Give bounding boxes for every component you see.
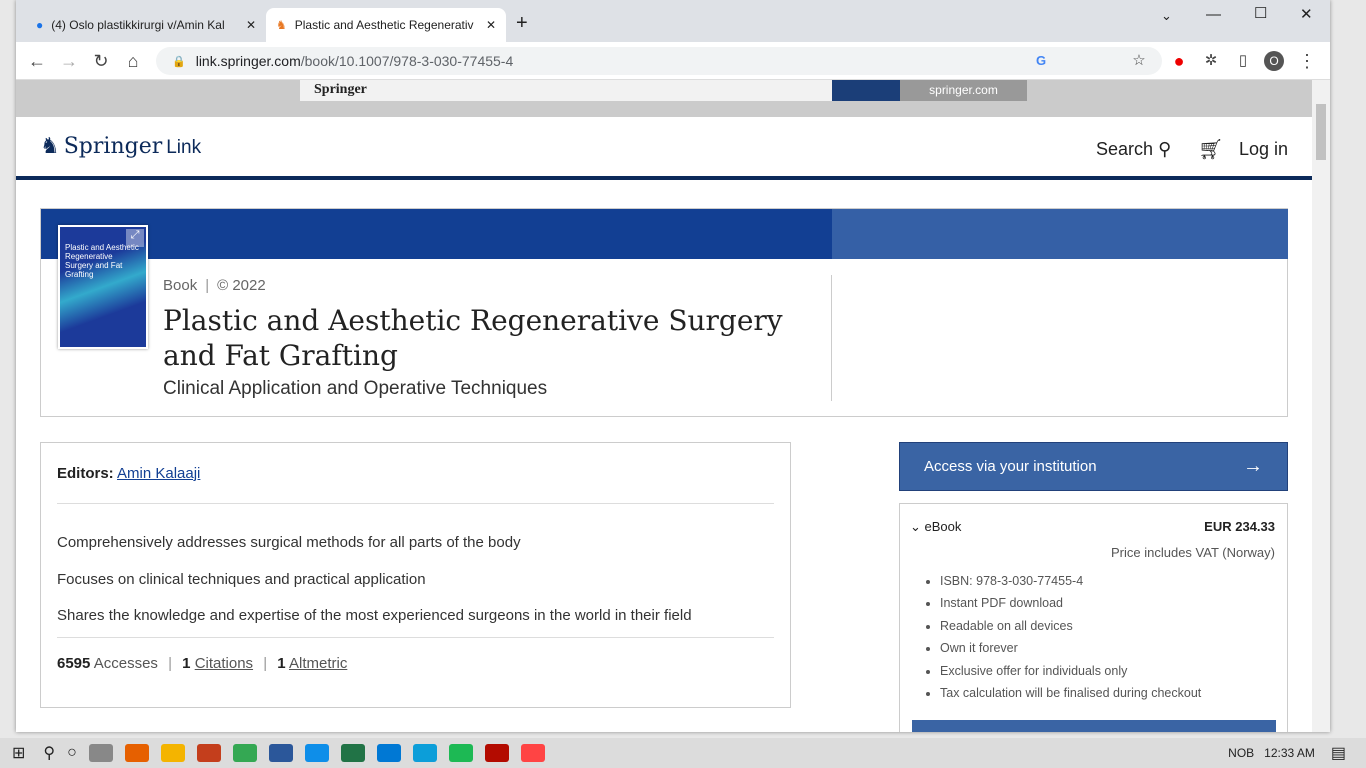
vat-note: Price includes VAT (Norway) xyxy=(1111,545,1275,560)
ad-banner[interactable]: Springer springer.com xyxy=(300,80,1027,101)
highlight-item: Comprehensively addresses surgical metho… xyxy=(57,534,521,551)
forward-icon[interactable]: → xyxy=(58,50,80,72)
price: EUR 234.33 xyxy=(1204,519,1275,534)
browser-window: ● (4) Oslo plastikkirurgi v/Amin Kal ✕ ♞… xyxy=(16,0,1330,732)
highlights-list: Comprehensively addresses surgical metho… xyxy=(57,525,692,635)
highlight-item: Shares the knowledge and expertise of th… xyxy=(57,607,692,624)
book-header-card: Plastic and Aesthetic Regenerative Surge… xyxy=(40,208,1288,417)
tab-springer[interactable]: ♞ Plastic and Aesthetic Regenerativ ✕ xyxy=(266,8,506,42)
sidepanel-icon[interactable]: ▯ xyxy=(1232,50,1254,72)
book-title: Plastic and Aesthetic Regenerative Surge… xyxy=(163,304,783,372)
bookmark-star-icon[interactable]: ☆ xyxy=(1128,50,1150,72)
altmetric-link[interactable]: Altmetric xyxy=(289,655,347,672)
profile-avatar[interactable]: O xyxy=(1264,51,1284,71)
powerpoint-icon[interactable] xyxy=(196,744,221,762)
lock-icon: 🔒 xyxy=(172,55,186,68)
citations-link[interactable]: Citations xyxy=(195,655,253,672)
tab-search-icon[interactable]: ⌄ xyxy=(1161,8,1172,24)
highlight-item: Focuses on clinical techniques and pract… xyxy=(57,570,426,588)
windows-start-icon[interactable]: ⊞ xyxy=(12,743,25,763)
editors-card: Editors: Amin Kalaaji Comprehensively ad… xyxy=(40,442,791,708)
book-subtitle: Clinical Application and Operative Techn… xyxy=(163,378,548,399)
scrollbar[interactable] xyxy=(1312,80,1330,732)
close-window-button[interactable]: ✕ xyxy=(1300,5,1313,23)
google-icon[interactable]: G xyxy=(1030,50,1052,72)
toolbar: ← → ↻ ⌂ 🔒 link.springer.com/book/10.1007… xyxy=(16,42,1330,80)
springer-horse-icon: ♞ xyxy=(40,133,60,158)
task-view-icon[interactable] xyxy=(88,744,113,762)
close-tab-icon[interactable]: ✕ xyxy=(486,18,496,32)
ebook-toggle[interactable]: ⌄ eBook xyxy=(910,519,961,535)
edge-icon[interactable] xyxy=(412,744,437,762)
page: Springer springer.com ♞ Springer Link Se… xyxy=(16,80,1312,732)
address-bar[interactable]: 🔒 link.springer.com/book/10.1007/978-3-0… xyxy=(156,47,1162,75)
back-icon[interactable]: ← xyxy=(26,50,48,72)
minimize-button[interactable]: — xyxy=(1206,6,1221,23)
extensions-icon[interactable]: ✲ xyxy=(1200,50,1222,72)
login-link[interactable]: Log in xyxy=(1239,139,1288,160)
home-icon[interactable]: ⌂ xyxy=(122,50,144,72)
ad-image xyxy=(832,80,900,101)
teamviewer-icon[interactable] xyxy=(304,744,329,762)
book-meta: Book | © 2022 xyxy=(163,277,266,294)
chevron-down-icon: ⌄ xyxy=(910,519,921,534)
menu-icon[interactable]: ⋮ xyxy=(1296,50,1318,72)
access-institution-button[interactable]: Access via your institution → xyxy=(899,442,1288,491)
ad-strip: Springer springer.com xyxy=(16,80,1312,117)
reload-icon[interactable]: ↻ xyxy=(90,50,112,72)
expand-icon[interactable]: ⤢ xyxy=(126,229,144,247)
tab-bar: ● (4) Oslo plastikkirurgi v/Amin Kal ✕ ♞… xyxy=(16,0,1330,42)
spotify-icon[interactable] xyxy=(448,744,473,762)
clock[interactable]: 12:33 AM xyxy=(1264,746,1315,760)
notifications-icon[interactable]: ▤ xyxy=(1331,743,1346,763)
taskbar: ⊞ ⚲ ○ NOB 12:33 AM ▤ xyxy=(0,738,1366,768)
springer-icon: ♞ xyxy=(276,18,287,32)
language-indicator[interactable]: NOB xyxy=(1228,746,1254,760)
anydesk-icon[interactable] xyxy=(520,744,545,762)
buy-ebook-button[interactable] xyxy=(912,720,1276,732)
editor-link[interactable]: Amin Kalaaji xyxy=(117,465,200,482)
springer-link-logo[interactable]: ♞ Springer Link xyxy=(40,133,201,159)
cortana-icon[interactable]: ○ xyxy=(67,744,77,762)
excel-icon[interactable] xyxy=(340,744,365,762)
site-icon: ● xyxy=(36,18,44,32)
firefox-icon[interactable] xyxy=(124,744,149,762)
opera-icon[interactable]: ● xyxy=(1168,50,1190,72)
close-tab-icon[interactable]: ✕ xyxy=(246,18,256,32)
ebook-purchase-card: ⌄ eBook EUR 234.33 Price includes VAT (N… xyxy=(899,503,1288,732)
maximize-button[interactable]: ☐ xyxy=(1254,4,1267,22)
search-icon[interactable]: ⚲ xyxy=(43,743,55,763)
book-cover[interactable]: Plastic and Aesthetic Regenerative Surge… xyxy=(58,225,148,349)
tab-oslo[interactable]: ● (4) Oslo plastikkirurgi v/Amin Kal ✕ xyxy=(26,8,266,42)
cart-icon[interactable]: 🛒︎ xyxy=(1198,137,1223,162)
file-explorer-icon[interactable] xyxy=(160,744,185,762)
search-button[interactable]: Search ⚲ xyxy=(1096,139,1171,160)
new-tab-button[interactable]: + xyxy=(516,12,528,35)
word-icon[interactable] xyxy=(268,744,293,762)
outlook-icon[interactable] xyxy=(376,744,401,762)
acrobat-icon[interactable] xyxy=(484,744,509,762)
metrics: 6595 Accesses | 1 Citations | 1 Altmetri… xyxy=(57,655,348,672)
site-header: ♞ Springer Link Search ⚲ 🛒︎ Log in xyxy=(16,117,1312,180)
feature-list: ISBN: 978-3-030-77455-4 Instant PDF down… xyxy=(940,574,1201,708)
scrollbar-thumb[interactable] xyxy=(1316,104,1326,160)
search-icon: ⚲ xyxy=(1158,139,1172,159)
arrow-right-icon: → xyxy=(1243,455,1263,477)
chrome-icon[interactable] xyxy=(232,744,257,762)
